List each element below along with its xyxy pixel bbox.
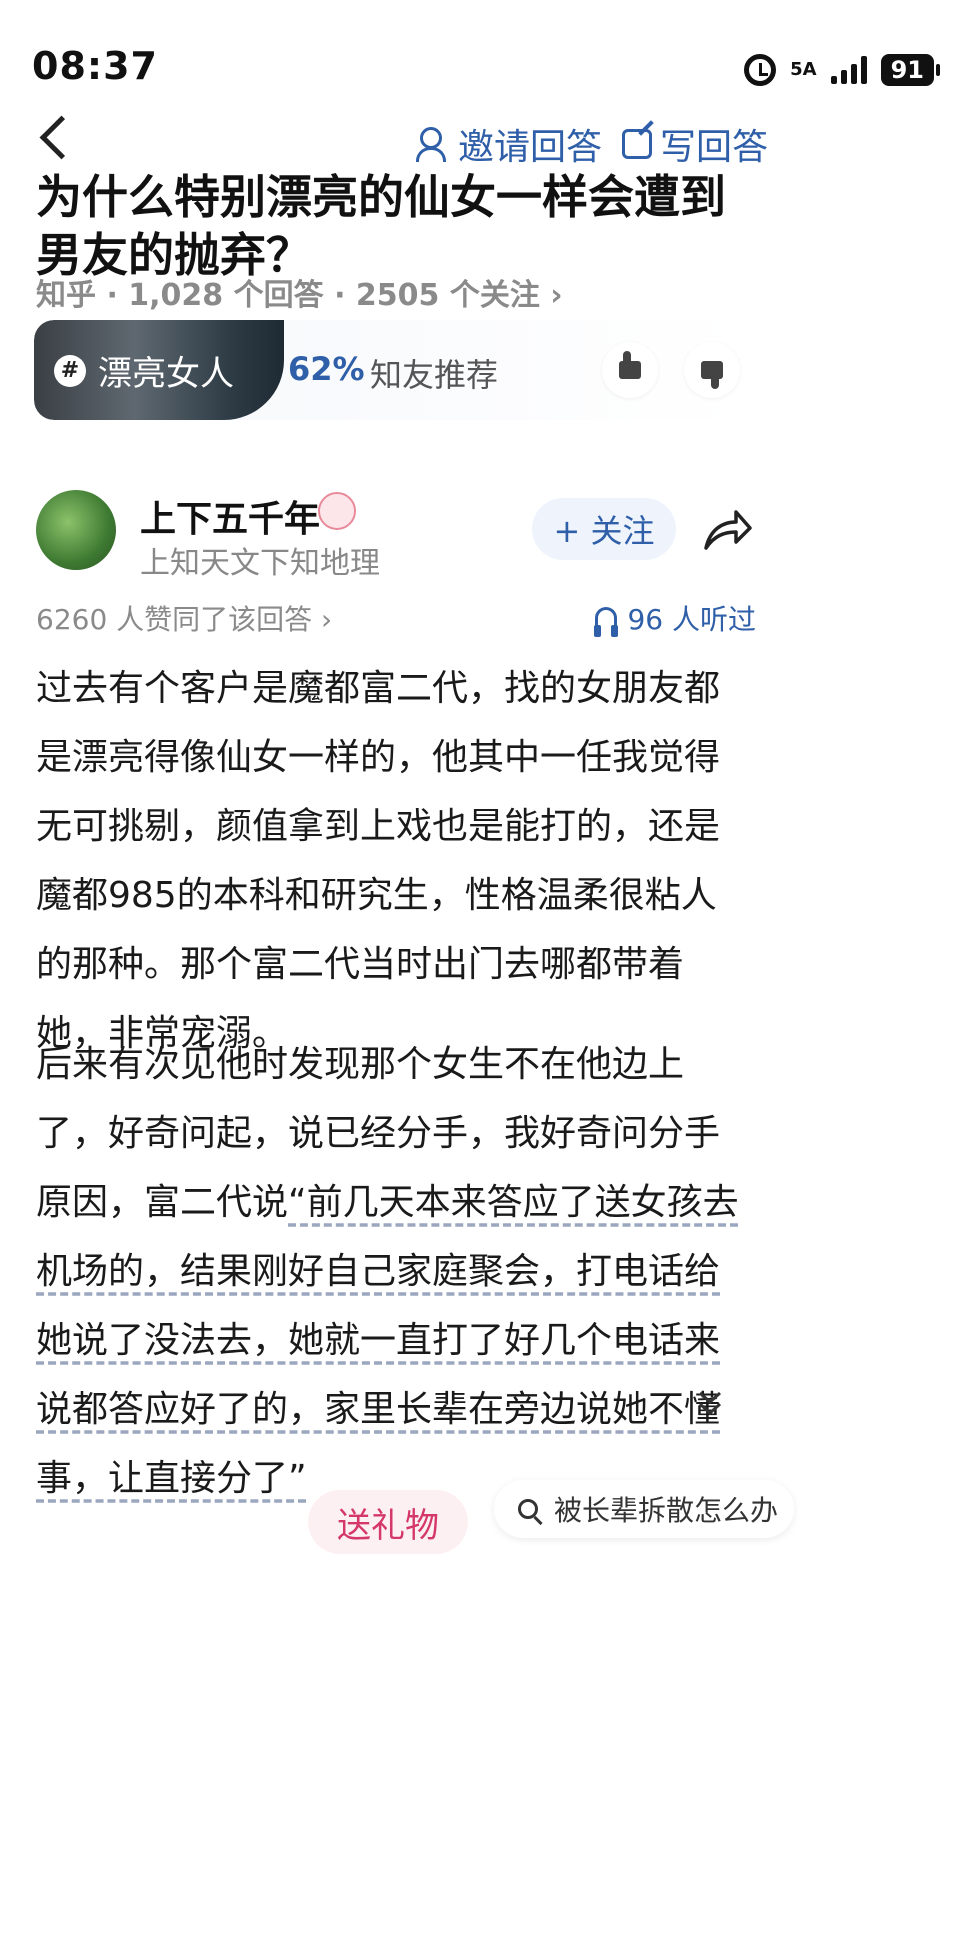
write-answer-button[interactable]: 写回答: [622, 118, 768, 170]
signal-icon: [830, 56, 867, 84]
person-plus-icon: [416, 127, 450, 162]
answer-quote[interactable]: “前几天本来答应了送女孩去机场的，结果刚好自己家庭聚会，打电话给她说了没法去，她…: [36, 1182, 739, 1499]
related-search[interactable]: 被长辈拆散怎么办: [494, 1480, 794, 1538]
status-icons: 5A 91: [744, 48, 941, 92]
page-background-extension: [0, 1580, 974, 1938]
hashtag-icon: #: [54, 354, 86, 387]
recommend-label: 知友推荐: [370, 356, 499, 394]
thumbs-up-button[interactable]: [602, 342, 658, 398]
recommend-percent: 62%: [288, 350, 365, 388]
chevron-double-down-icon: [698, 1391, 722, 1416]
battery-icon: 91: [880, 54, 941, 86]
listen-count[interactable]: 96 人听过: [594, 598, 756, 638]
follow-button[interactable]: + 关注: [532, 498, 676, 560]
answer-paragraph-2: 后来有次见他时发现那个女生不在他边上了，好奇问起，说已经分手，我好奇问分手原因，…: [36, 1030, 748, 1513]
network-label: 5A: [790, 59, 817, 80]
thumbs-up-icon: [619, 351, 641, 379]
search-icon: [518, 1499, 538, 1519]
answer-paragraph-1: 过去有个客户是魔都富二代，找的女朋友都是漂亮得像仙女一样的，他其中一任我觉得无可…: [36, 668, 721, 1054]
write-answer-label: 写回答: [660, 127, 769, 168]
agree-count[interactable]: 6260 人赞同了该回答 ›: [36, 598, 332, 638]
related-search-label: 被长辈拆散怎么办: [554, 1494, 779, 1527]
topic-tag-label: 漂亮女人: [98, 354, 234, 394]
network-indicator: 5A: [790, 61, 816, 79]
thumbs-down-button[interactable]: [684, 342, 740, 398]
listen-count-label: 96 人听过: [627, 603, 756, 636]
topic-tag[interactable]: # 漂亮女人: [54, 346, 234, 395]
alarm-icon: [744, 54, 777, 86]
author-bio: 上知天文下知地理: [140, 546, 380, 581]
status-time: 08:37: [32, 44, 158, 88]
author-name[interactable]: 上下五千年: [140, 490, 320, 542]
back-icon[interactable]: [39, 115, 84, 160]
edit-icon: [622, 129, 652, 159]
share-icon[interactable]: [702, 508, 752, 552]
headphone-icon: [594, 607, 619, 637]
author-badge-icon: [318, 492, 356, 530]
invite-answer-button[interactable]: 邀请回答: [416, 118, 602, 170]
send-gift-button[interactable]: 送礼物: [308, 1490, 468, 1554]
invite-answer-label: 邀请回答: [458, 127, 603, 168]
thumbs-down-icon: [701, 361, 723, 379]
question-title[interactable]: 为什么特别漂亮的仙女一样会遭到男友的抛弃？: [36, 168, 756, 284]
topic-banner[interactable]: # 漂亮女人 62% 知友推荐: [34, 320, 752, 420]
avatar[interactable]: [36, 490, 116, 570]
collapse-button[interactable]: [674, 1378, 746, 1430]
question-meta[interactable]: 知乎 · 1,028 个回答 · 2505 个关注 ›: [36, 270, 563, 314]
